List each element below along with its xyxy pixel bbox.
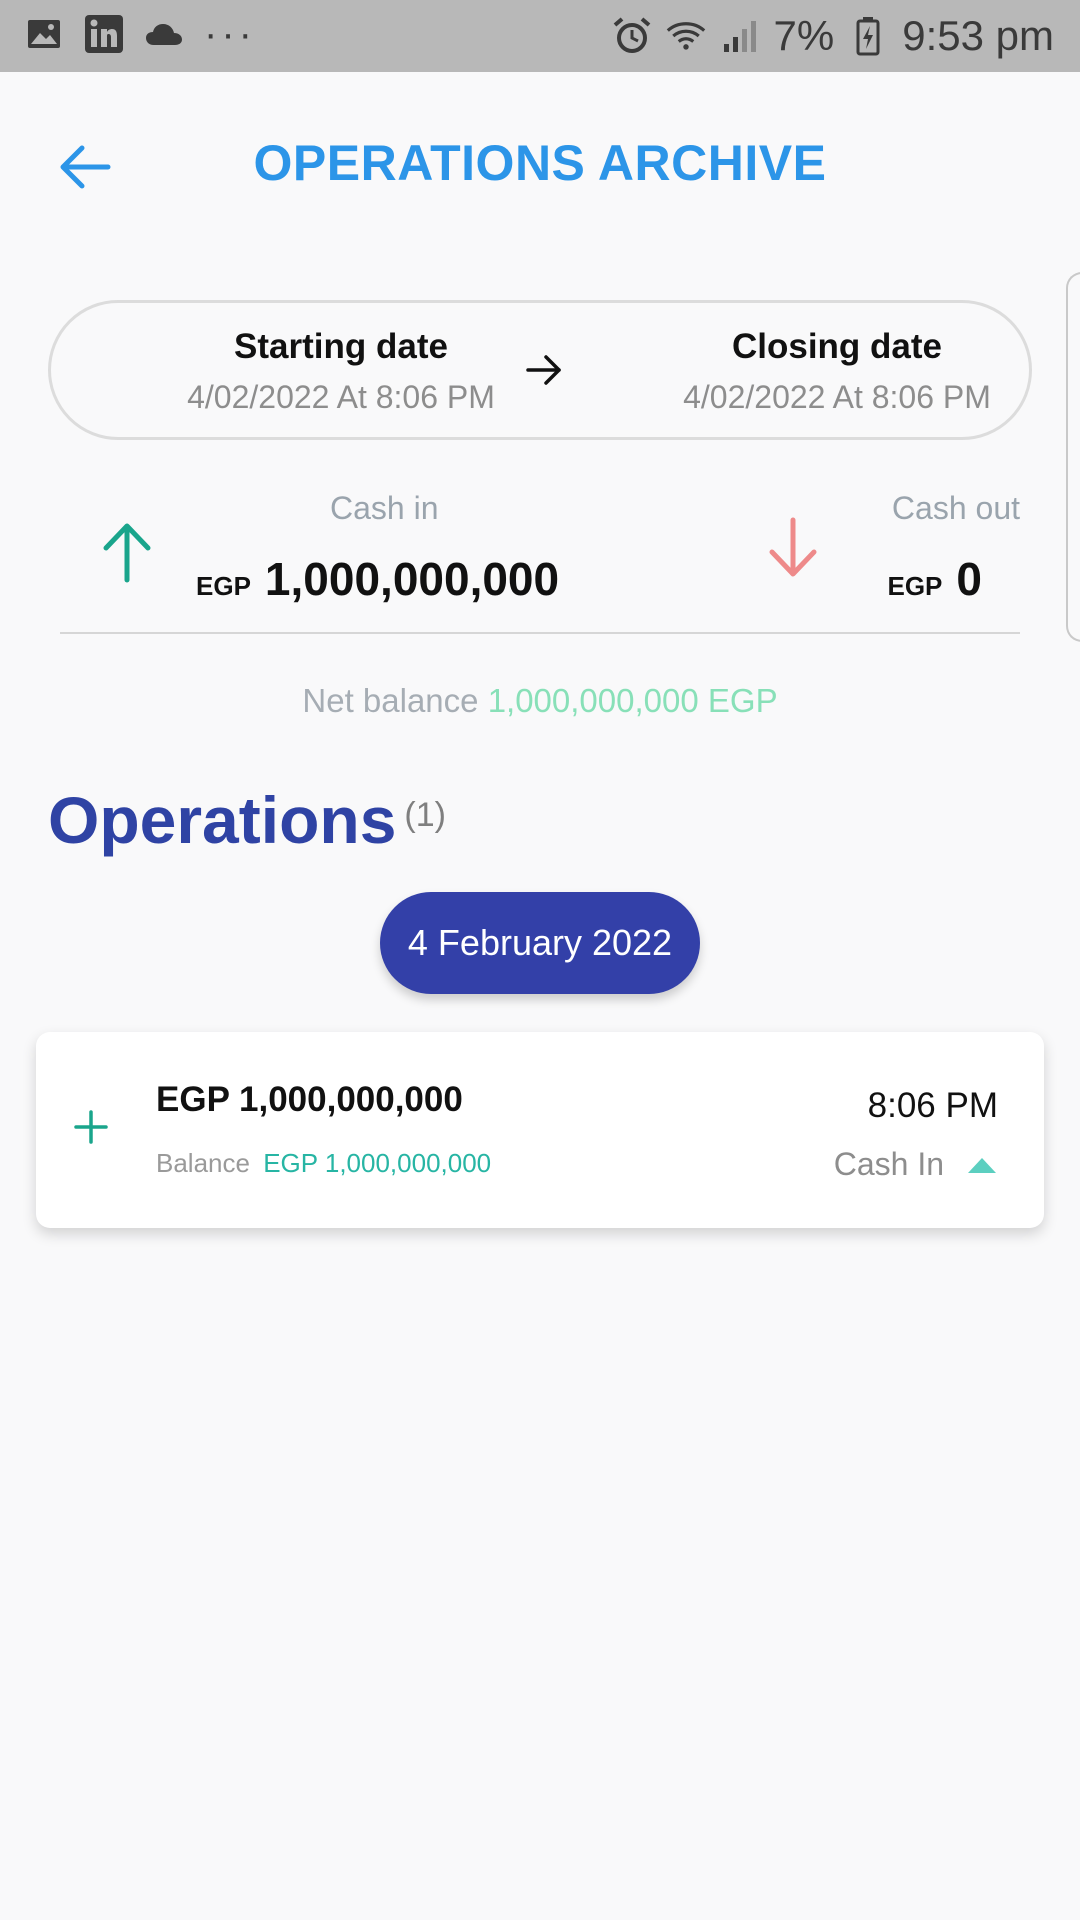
status-time: 9:53 pm bbox=[902, 12, 1054, 59]
cash-out-currency: EGP bbox=[887, 571, 943, 601]
operation-type: Cash In bbox=[834, 1146, 998, 1183]
image-icon bbox=[24, 14, 64, 54]
starting-date-value: 4/02/2022 At 8:06 PM bbox=[187, 379, 495, 415]
cash-out-value: 0 bbox=[956, 553, 982, 605]
closing-date[interactable]: Closing date 4/02/2022 At 8:06 PM bbox=[637, 327, 1037, 416]
operation-card[interactable]: EGP 1,000,000,000 Balance EGP 1,000,000,… bbox=[36, 1032, 1044, 1228]
signal-icon bbox=[720, 16, 760, 56]
linkedin-icon bbox=[84, 14, 124, 54]
battery-percent: 7% bbox=[773, 12, 835, 59]
date-group-chip: 4 February 2022 bbox=[380, 892, 700, 994]
cash-in-value: 1,000,000,000 bbox=[264, 553, 560, 605]
cash-in-label: Cash in bbox=[330, 490, 439, 526]
operations-count: (1) bbox=[404, 796, 446, 834]
operation-type-label: Cash In bbox=[833, 1146, 944, 1182]
operations-heading: Operations (1) bbox=[48, 782, 446, 858]
operation-balance: Balance EGP 1,000,000,000 bbox=[156, 1148, 491, 1179]
alarm-icon bbox=[612, 16, 652, 56]
cash-in-amount: EGP 1,000,000,000 bbox=[196, 552, 559, 606]
battery-charging-icon bbox=[848, 16, 888, 56]
status-right: 7% 9:53 pm bbox=[612, 12, 1054, 60]
app-header: OPERATIONS ARCHIVE bbox=[0, 72, 1080, 252]
plus-icon bbox=[74, 1110, 108, 1144]
cash-out-label: Cash out bbox=[891, 490, 1020, 526]
arrow-down-icon bbox=[769, 517, 817, 577]
operation-amount: EGP 1,000,000,000 bbox=[156, 1080, 463, 1119]
net-balance-label: Net balance bbox=[302, 682, 479, 719]
cloud-icon bbox=[144, 14, 184, 54]
date-range-selector[interactable]: Starting date 4/02/2022 At 8:06 PM Closi… bbox=[48, 300, 1032, 440]
page-title: OPERATIONS ARCHIVE bbox=[253, 135, 827, 191]
arrow-up-icon bbox=[103, 523, 151, 583]
more-dots-icon: ··· bbox=[204, 12, 256, 56]
operation-balance-value: EGP 1,000,000,000 bbox=[263, 1148, 492, 1178]
cash-summary: Cash in EGP 1,000,000,000 Cash out EGP 0 bbox=[60, 480, 1020, 632]
cash-in-currency: EGP bbox=[196, 571, 251, 601]
closing-date-value: 4/02/2022 At 8:06 PM bbox=[683, 379, 991, 415]
starting-date-label: Starting date bbox=[234, 327, 448, 366]
operation-time: 8:06 PM bbox=[867, 1086, 998, 1125]
net-balance-value: 1,000,000,000 EGP bbox=[487, 682, 778, 719]
operation-balance-label: Balance bbox=[156, 1148, 250, 1178]
net-balance: Net balance 1,000,000,000 EGP bbox=[0, 682, 1080, 720]
status-bar: ··· 7% 9:53 pm bbox=[0, 0, 1080, 72]
divider bbox=[60, 632, 1020, 634]
operations-title: Operations bbox=[48, 783, 397, 857]
closing-date-label: Closing date bbox=[731, 327, 943, 366]
triangle-up-icon bbox=[968, 1157, 996, 1173]
starting-date[interactable]: Starting date 4/02/2022 At 8:06 PM bbox=[141, 327, 541, 416]
wifi-icon bbox=[666, 16, 706, 56]
status-left-icons: ··· bbox=[24, 14, 256, 54]
arrow-right-icon bbox=[526, 355, 561, 385]
side-drawer-handle[interactable] bbox=[1066, 272, 1080, 642]
cash-out-amount: EGP 0 bbox=[887, 552, 982, 606]
